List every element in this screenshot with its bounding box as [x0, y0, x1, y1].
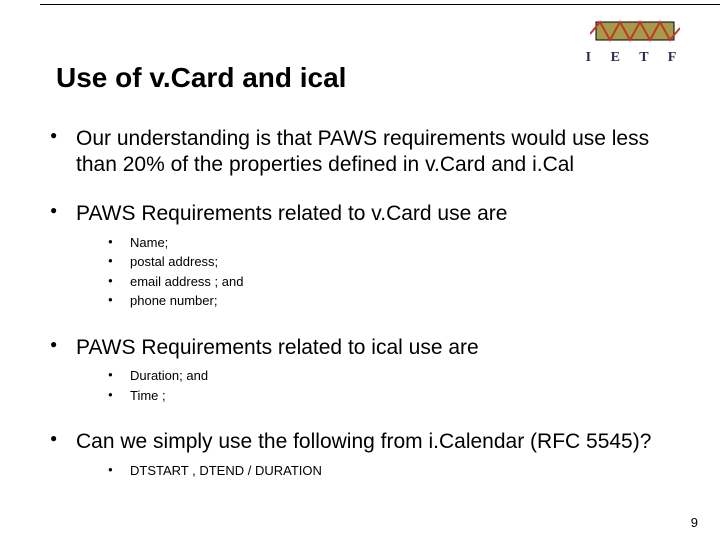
bullet-4-sublist: DTSTART , DTEND / DURATION: [46, 461, 680, 481]
bullet-2: PAWS Requirements related to v.Card use …: [46, 201, 680, 227]
bullet-2-sub-2: postal address;: [106, 252, 680, 272]
ietf-logo-text: I E T F: [580, 50, 690, 66]
top-rule: [40, 4, 720, 5]
bullet-2-sub-1: Name;: [106, 233, 680, 253]
page-number: 9: [691, 515, 698, 530]
bullet-3-sub-1: Duration; and: [106, 366, 680, 386]
bullet-2-sublist: Name; postal address; email address ; an…: [46, 233, 680, 311]
bullet-1: Our understanding is that PAWS requireme…: [46, 126, 680, 177]
bullet-3-sub-2: Time ;: [106, 386, 680, 406]
bullet-2-sub-4: phone number;: [106, 291, 680, 311]
bullet-4: Can we simply use the following from i.C…: [46, 429, 680, 455]
ietf-logo: I E T F: [580, 14, 690, 66]
slide-content: Our understanding is that PAWS requireme…: [46, 110, 680, 481]
bullet-2-sub-3: email address ; and: [106, 272, 680, 292]
bullet-3: PAWS Requirements related to ical use ar…: [46, 335, 680, 361]
slide-title: Use of v.Card and ical: [56, 62, 346, 94]
bullet-3-sublist: Duration; and Time ;: [46, 366, 680, 405]
bullet-4-sub-1: DTSTART , DTEND / DURATION: [106, 461, 680, 481]
ietf-logo-icon: [590, 14, 680, 48]
